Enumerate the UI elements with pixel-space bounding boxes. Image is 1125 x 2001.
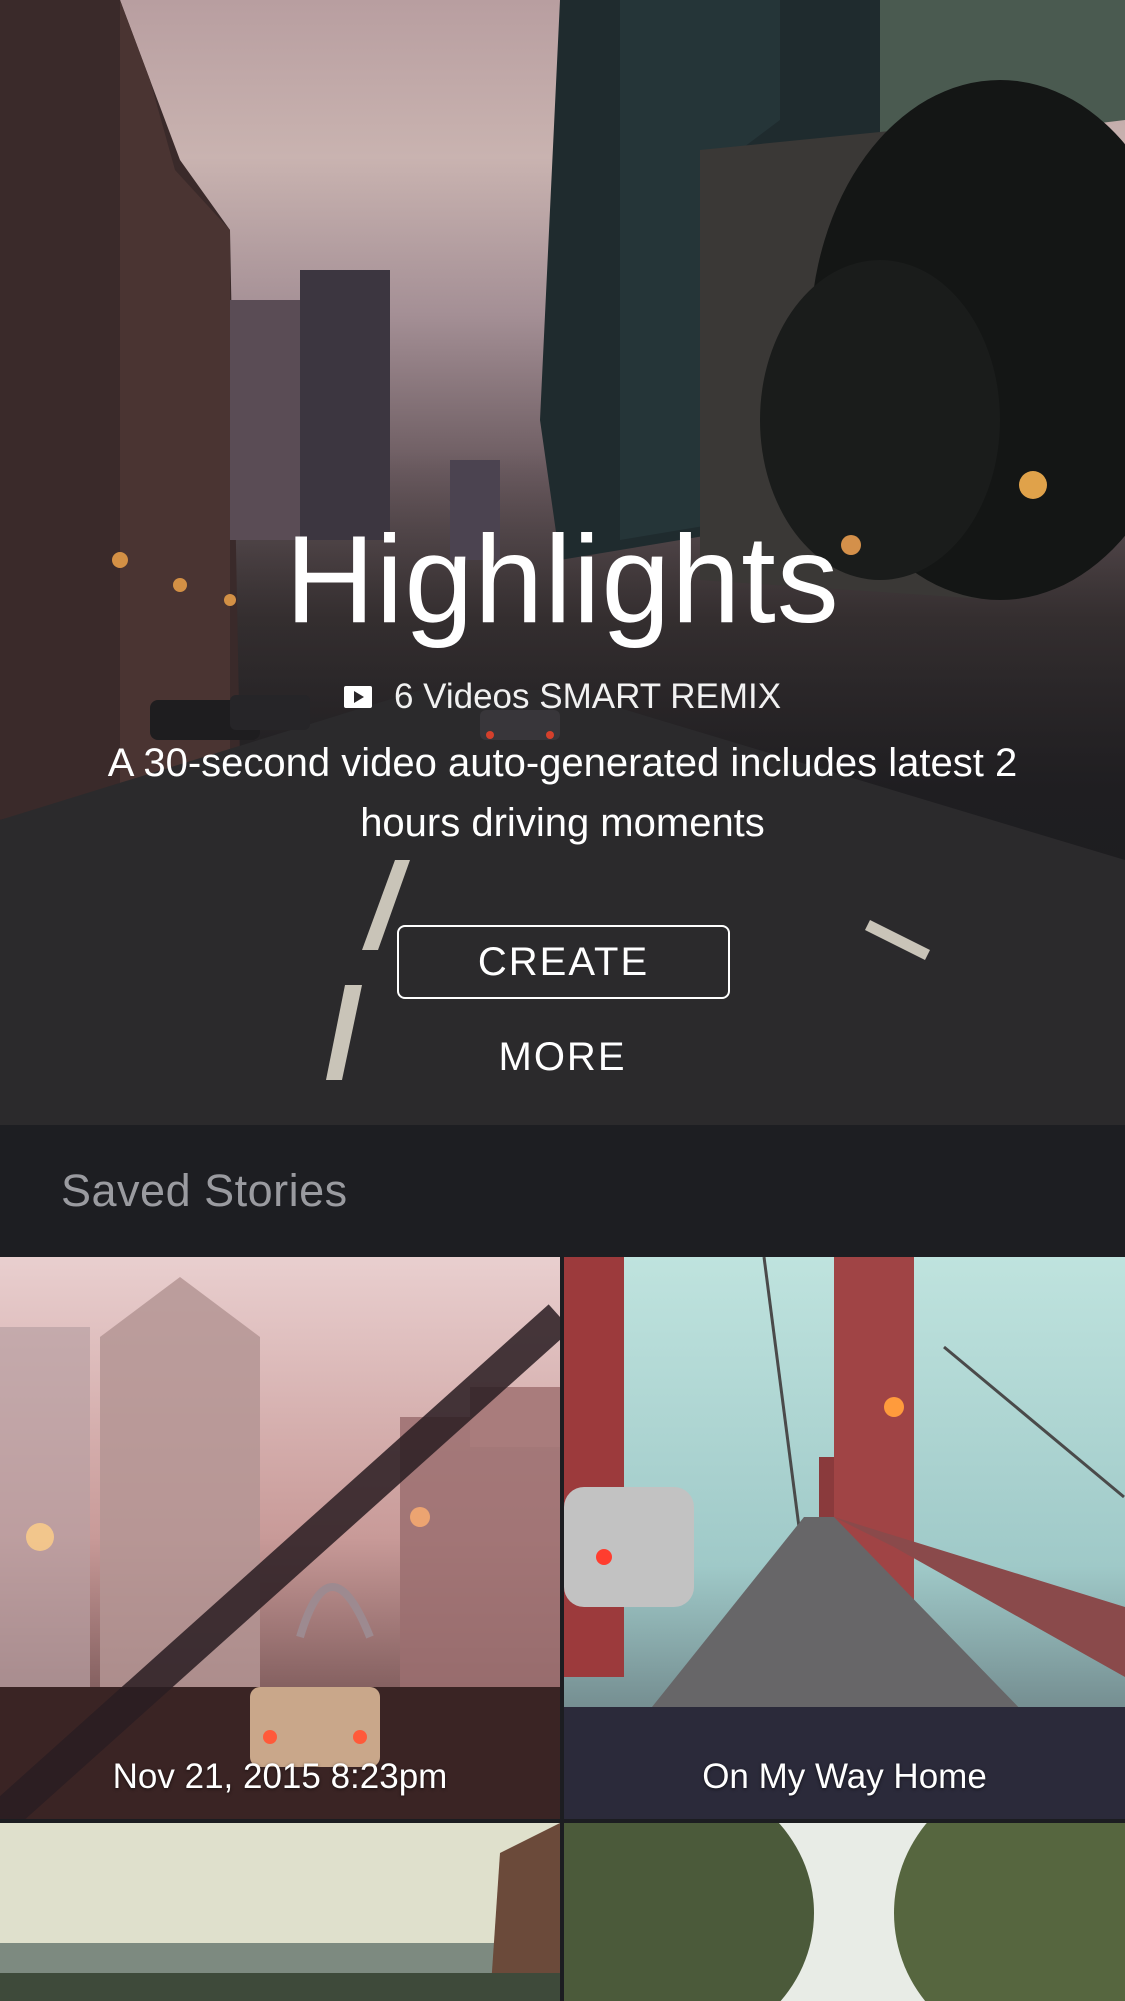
story-thumbnail bbox=[564, 1257, 1125, 1819]
story-caption: Nov 21, 2015 8:23pm bbox=[112, 1757, 448, 1796]
story-thumbnail bbox=[564, 1823, 1125, 2001]
story-tile[interactable] bbox=[564, 1823, 1125, 2001]
hero-meta-text: 6 Videos SMART REMIX bbox=[393, 677, 782, 716]
story-tile[interactable]: Nov 21, 2015 8:23pm bbox=[0, 1257, 560, 1819]
hero-title: Highlights bbox=[285, 511, 840, 649]
story-tile[interactable]: On My Way Home bbox=[564, 1257, 1125, 1819]
story-caption: On My Way Home bbox=[702, 1757, 987, 1796]
highlights-hero[interactable]: Highlights 6 Videos SMART REMIX A 30-sec… bbox=[0, 0, 1125, 1125]
create-button[interactable]: CREATE bbox=[397, 925, 730, 999]
hero-meta: 6 Videos SMART REMIX bbox=[0, 675, 1125, 719]
video-play-icon bbox=[343, 686, 372, 708]
more-button[interactable]: MORE bbox=[0, 1035, 1125, 1080]
story-tile[interactable] bbox=[0, 1823, 560, 2001]
story-thumbnail bbox=[0, 1823, 560, 2001]
saved-stories-header: Saved Stories bbox=[0, 1125, 1125, 1257]
section-title: Saved Stories bbox=[61, 1165, 348, 1216]
stories-grid: Nov 21, 2015 8:23pm On My Way Home bbox=[0, 1257, 1125, 2001]
hero-description: A 30-second video auto-generated include… bbox=[107, 741, 1018, 845]
hero-content: Highlights 6 Videos SMART REMIX A 30-sec… bbox=[0, 0, 1125, 1125]
story-thumbnail bbox=[0, 1257, 560, 1819]
app-root: Highlights 6 Videos SMART REMIX A 30-sec… bbox=[0, 0, 1125, 2001]
